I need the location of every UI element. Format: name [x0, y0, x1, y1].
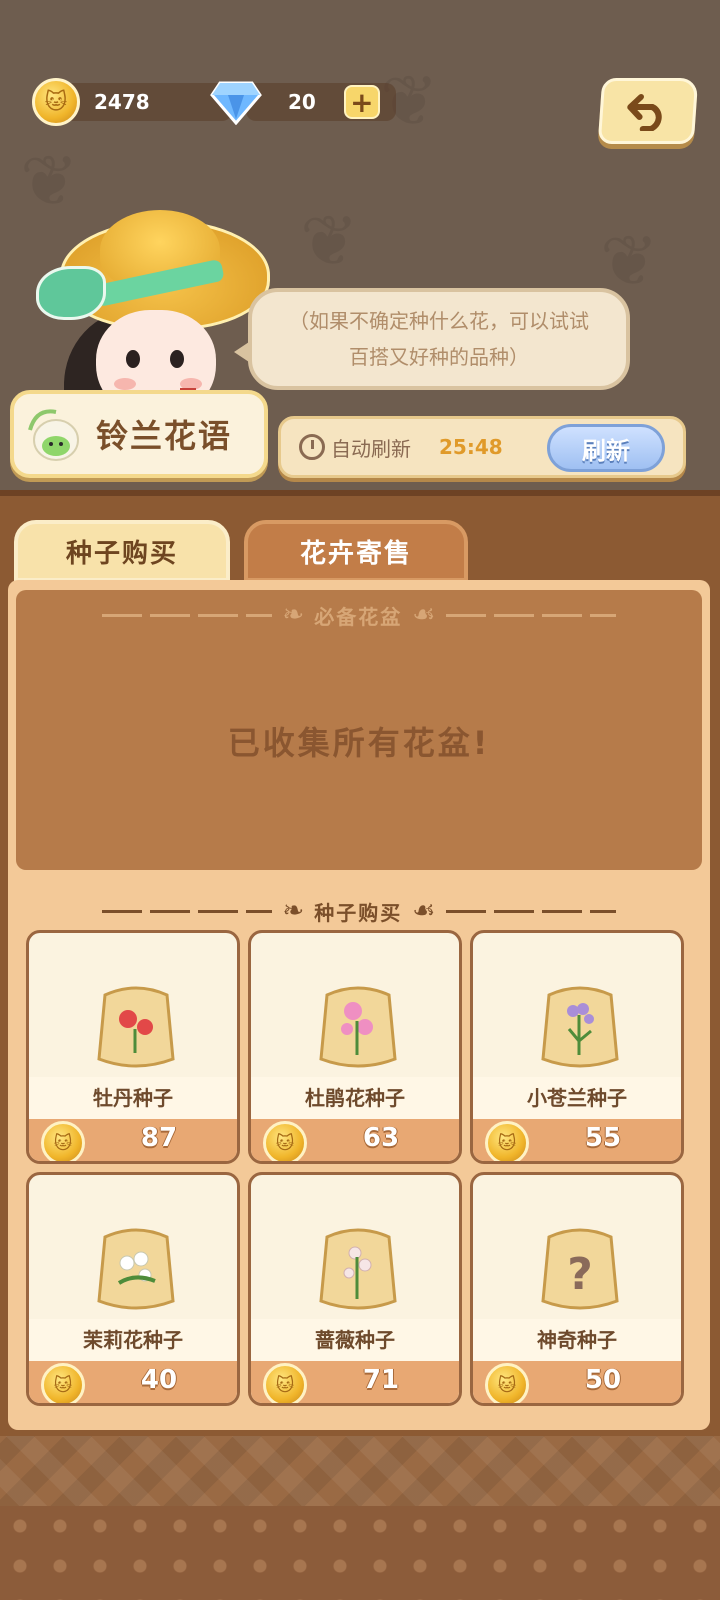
- floor-decoration: [0, 1436, 720, 1600]
- return-arrow-icon: [627, 94, 662, 131]
- speech-bubble: （如果不确定种什么花，可以试试百搭又好种的品种）: [234, 288, 630, 390]
- seed-name: 杜鹃花种子: [251, 1077, 459, 1119]
- jasmine-seed-bag-icon: [97, 1228, 175, 1310]
- seed-name: 牡丹种子: [29, 1077, 237, 1119]
- seeds-section-header: ❧ 种子购买 ☙: [8, 896, 710, 926]
- auto-refresh-bar: 自动刷新 25:48 刷新: [278, 416, 686, 478]
- seed-card-rose[interactable]: 蔷薇种子 🐱 71: [248, 1172, 462, 1406]
- seed-price: 40: [140, 1365, 178, 1395]
- azalea-seed-bag-icon: [319, 986, 397, 1068]
- freesia-seed-bag-icon: [541, 986, 619, 1068]
- seeds-section-title: 种子购买: [314, 900, 403, 925]
- seed-name: 小苍兰种子: [473, 1077, 681, 1119]
- coin-icon: 🐱: [485, 1363, 529, 1403]
- mystery-seed-bag-icon: ?: [541, 1228, 619, 1310]
- shop-name: 铃兰花语: [96, 417, 233, 455]
- seed-price: 50: [584, 1365, 622, 1395]
- clock-icon: [299, 434, 325, 460]
- seed-card-freesia[interactable]: 小苍兰种子 🐱 55: [470, 930, 684, 1164]
- scroll-ornament-icon: ☙: [412, 600, 436, 630]
- seed-card-jasmine[interactable]: 茉莉花种子 🐱 40: [26, 1172, 240, 1406]
- scroll-ornament-icon: ❧: [282, 600, 305, 630]
- rose-seed-bag-icon: [319, 1228, 397, 1310]
- coin-icon: 🐱: [32, 78, 80, 126]
- seed-card-mystery[interactable]: ? 神奇种子 🐱 50: [470, 1172, 684, 1406]
- back-button[interactable]: [597, 78, 699, 144]
- refresh-button[interactable]: 刷新: [547, 424, 665, 472]
- tab-flower-consignment[interactable]: 花卉寄售: [244, 520, 468, 582]
- coin-icon: 🐱: [263, 1121, 307, 1161]
- seed-card-peony[interactable]: 牡丹种子 🐱 87: [26, 930, 240, 1164]
- seed-name: 茉莉花种子: [29, 1319, 237, 1361]
- shop-title-plate: 铃兰花语: [10, 390, 268, 478]
- dialog-text: （如果不确定种什么花，可以试试百搭又好种的品种）: [289, 309, 589, 369]
- lily-of-valley-icon: [28, 409, 79, 461]
- peony-seed-bag-icon: [97, 986, 175, 1068]
- seed-card-azalea[interactable]: 杜鹃花种子 🐱 63: [248, 930, 462, 1164]
- seed-price: 63: [362, 1123, 400, 1153]
- scroll-ornament-icon: ❧: [282, 896, 305, 926]
- pots-collected-message: 已收集所有花盆!: [227, 724, 491, 762]
- seed-price: 71: [362, 1365, 400, 1395]
- diamond-icon: [210, 81, 262, 125]
- pots-section-title: 必备花盆: [314, 604, 403, 629]
- refresh-timer: 25:48: [439, 435, 503, 459]
- seed-price: 87: [140, 1123, 178, 1153]
- gem-counter: 20 +: [210, 80, 396, 125]
- pots-section-header: ❧ 必备花盆 ☙: [16, 600, 702, 630]
- add-gems-button[interactable]: +: [343, 85, 380, 119]
- background-decoration: ❦: [300, 200, 359, 282]
- seed-name: 神奇种子: [473, 1319, 681, 1361]
- seed-price: 55: [584, 1123, 622, 1153]
- plus-icon: +: [350, 85, 374, 119]
- coin-icon: 🐱: [41, 1363, 85, 1403]
- coin-icon: 🐱: [41, 1121, 85, 1161]
- tab-seed-purchase[interactable]: 种子购买: [14, 520, 230, 582]
- pots-section: ❧ 必备花盆 ☙ 已收集所有花盆!: [16, 590, 702, 870]
- coin-icon: 🐱: [263, 1363, 307, 1403]
- gem-amount: 20: [288, 90, 316, 114]
- coin-icon: 🐱: [485, 1121, 529, 1161]
- seed-name: 蔷薇种子: [251, 1319, 459, 1361]
- scroll-ornament-icon: ☙: [412, 896, 436, 926]
- coin-amount: 2478: [94, 90, 150, 114]
- svg-text:?: ?: [567, 1249, 593, 1300]
- auto-refresh-label: 自动刷新: [331, 436, 411, 461]
- coin-counter: 🐱 2478: [32, 78, 232, 126]
